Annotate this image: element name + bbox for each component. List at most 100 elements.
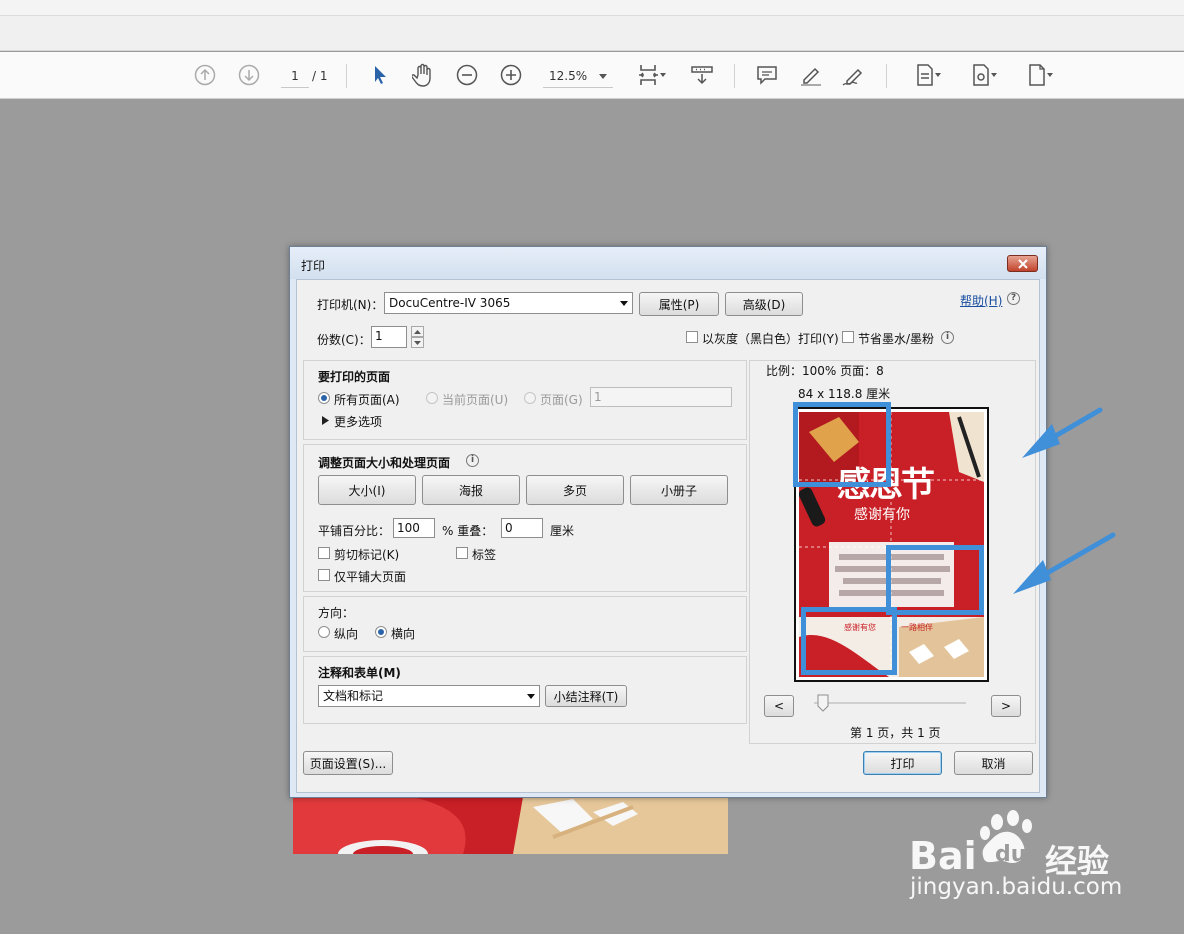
portrait-label: 纵向 bbox=[334, 627, 359, 641]
next-page-icon[interactable] bbox=[237, 62, 261, 88]
highlight-box bbox=[793, 402, 891, 487]
zoom-select[interactable]: 12.5% bbox=[543, 66, 613, 88]
cut-marks-label: 剪切标记(K) bbox=[334, 548, 400, 562]
zoom-out-icon[interactable] bbox=[454, 62, 480, 88]
pages-all-radio[interactable] bbox=[318, 392, 330, 404]
fit-page-icon[interactable] bbox=[632, 62, 666, 88]
page-setup-button[interactable]: 页面设置(S)... bbox=[303, 751, 393, 775]
zoom-value: 12.5% bbox=[549, 69, 588, 83]
orientation-panel: 方向： 纵向 横向 bbox=[303, 596, 747, 652]
copies-stepper[interactable] bbox=[411, 326, 424, 348]
prev-page-button[interactable]: < bbox=[764, 695, 794, 717]
poster-button[interactable]: 海报 bbox=[422, 475, 520, 505]
overlap-label: % 重叠： bbox=[442, 524, 494, 538]
close-button[interactable] bbox=[1007, 255, 1038, 272]
zoom-in-icon[interactable] bbox=[498, 62, 524, 88]
chevron-down-icon bbox=[1047, 73, 1053, 77]
size-button[interactable]: 大小(I) bbox=[318, 475, 416, 505]
sizing-panel: 调整页面大小和处理页面 i 大小(I) 海报 多页 小册子 平铺百分比： 100… bbox=[303, 444, 747, 592]
booklet-button[interactable]: 小册子 bbox=[630, 475, 728, 505]
watermark-brand-du: du bbox=[995, 842, 1027, 867]
chevron-down-icon bbox=[523, 686, 539, 706]
poster-line-2: 一路相伴 bbox=[901, 623, 933, 632]
printer-value: DocuCentre-IV 3065 bbox=[389, 296, 511, 310]
pages-section-title: 要打印的页面 bbox=[318, 370, 391, 384]
labels-label: 标签 bbox=[472, 548, 497, 562]
pages-panel: 要打印的页面 所有页面(A) 当前页面(U) 页面(G) 1 更多选项 bbox=[303, 360, 747, 440]
select-cursor-icon[interactable] bbox=[368, 62, 392, 88]
file-settings-icon[interactable] bbox=[962, 62, 1000, 88]
cut-marks-checkbox[interactable] bbox=[318, 547, 330, 559]
page-number-input[interactable]: 1 bbox=[281, 66, 309, 88]
advanced-button[interactable]: 高级(D) bbox=[725, 292, 803, 316]
poster-subtitle: 感谢有你 bbox=[854, 507, 910, 523]
save-file-icon[interactable] bbox=[906, 62, 944, 88]
copies-input[interactable]: 1 bbox=[371, 326, 407, 348]
more-options-link[interactable]: 更多选项 bbox=[334, 413, 382, 430]
pages-current-label: 当前页面(U) bbox=[442, 393, 509, 407]
pages-range-radio[interactable] bbox=[524, 392, 536, 404]
expand-triangle-icon[interactable] bbox=[322, 416, 329, 425]
chevron-down-icon bbox=[616, 293, 632, 313]
tile-scale-input[interactable]: 100 bbox=[393, 518, 435, 538]
pages-range-input[interactable]: 1 bbox=[590, 387, 732, 407]
scroll-mode-icon[interactable] bbox=[689, 62, 715, 88]
pages-all-label: 所有页面(A) bbox=[334, 393, 400, 407]
save-ink-label: 节省墨水/墨粉 bbox=[858, 332, 935, 346]
info-icon[interactable]: i bbox=[941, 331, 954, 344]
overlap-input[interactable]: 0 bbox=[501, 518, 543, 538]
tile-large-only-checkbox[interactable] bbox=[318, 569, 330, 581]
labels-checkbox[interactable] bbox=[456, 547, 468, 559]
hand-tool-icon[interactable] bbox=[410, 62, 436, 88]
window-top-strip bbox=[0, 0, 1184, 16]
properties-button[interactable]: 属性(P) bbox=[639, 292, 719, 316]
portrait-radio[interactable] bbox=[318, 626, 330, 638]
cancel-button[interactable]: 取消 bbox=[954, 751, 1033, 775]
document-page-fragment bbox=[293, 797, 728, 854]
pages-range-label: 页面(G) bbox=[540, 393, 583, 407]
dialog-titlebar: 打印 bbox=[290, 247, 1046, 279]
help-link[interactable]: 帮助(H) bbox=[960, 292, 1002, 309]
page-slider-track[interactable] bbox=[814, 702, 966, 704]
printer-label: 打印机(N)： bbox=[317, 298, 384, 312]
highlight-pen-icon[interactable] bbox=[798, 62, 824, 88]
landscape-label: 横向 bbox=[391, 627, 416, 641]
toolbar-divider bbox=[734, 64, 735, 88]
close-icon bbox=[1017, 258, 1028, 269]
grayscale-label: 以灰度（黑白色）打印(Y) bbox=[702, 332, 839, 346]
stepper-up-icon[interactable] bbox=[411, 326, 424, 337]
page-total: / 1 bbox=[312, 69, 328, 83]
page-counter: 第 1 页，共 1 页 bbox=[850, 726, 941, 740]
next-page-button[interactable]: > bbox=[991, 695, 1021, 717]
pages-current-radio[interactable] bbox=[426, 392, 438, 404]
print-button[interactable]: 打印 bbox=[863, 751, 942, 775]
sizing-section-title: 调整页面大小和处理页面 bbox=[318, 456, 451, 470]
tile-scale-label: 平铺百分比： bbox=[318, 524, 391, 538]
highlight-box bbox=[886, 545, 984, 615]
overlap-unit: 厘米 bbox=[550, 524, 575, 538]
info-icon[interactable]: i bbox=[466, 454, 479, 467]
chevron-down-icon bbox=[991, 73, 997, 77]
comments-title: 注释和表单(M) bbox=[318, 666, 401, 680]
help-question-icon[interactable]: ? bbox=[1007, 292, 1020, 305]
page-slider-thumb-icon[interactable] bbox=[817, 694, 829, 712]
comments-value: 文档和标记 bbox=[323, 689, 384, 703]
chevron-down-icon bbox=[935, 73, 941, 77]
multiple-button[interactable]: 多页 bbox=[526, 475, 624, 505]
grayscale-checkbox[interactable] bbox=[686, 331, 698, 343]
save-ink-checkbox[interactable] bbox=[842, 331, 854, 343]
landscape-radio[interactable] bbox=[375, 626, 387, 638]
highlight-box bbox=[801, 607, 897, 675]
copies-label: 份数(C)： bbox=[317, 333, 371, 347]
comment-icon[interactable] bbox=[754, 62, 780, 88]
stepper-down-icon[interactable] bbox=[411, 337, 424, 348]
summarize-comments-button[interactable]: 小结注释(T) bbox=[545, 685, 627, 707]
watermark-url: jingyan.baidu.com bbox=[910, 874, 1123, 900]
document-icon[interactable] bbox=[1018, 62, 1056, 88]
comments-panel: 注释和表单(M) 文档和标记 小结注释(T) bbox=[303, 656, 747, 724]
previous-page-icon[interactable] bbox=[193, 62, 217, 88]
sign-icon[interactable] bbox=[840, 62, 868, 88]
printer-select[interactable]: DocuCentre-IV 3065 bbox=[384, 292, 633, 314]
orientation-title: 方向： bbox=[318, 606, 355, 620]
comments-select[interactable]: 文档和标记 bbox=[318, 685, 540, 707]
